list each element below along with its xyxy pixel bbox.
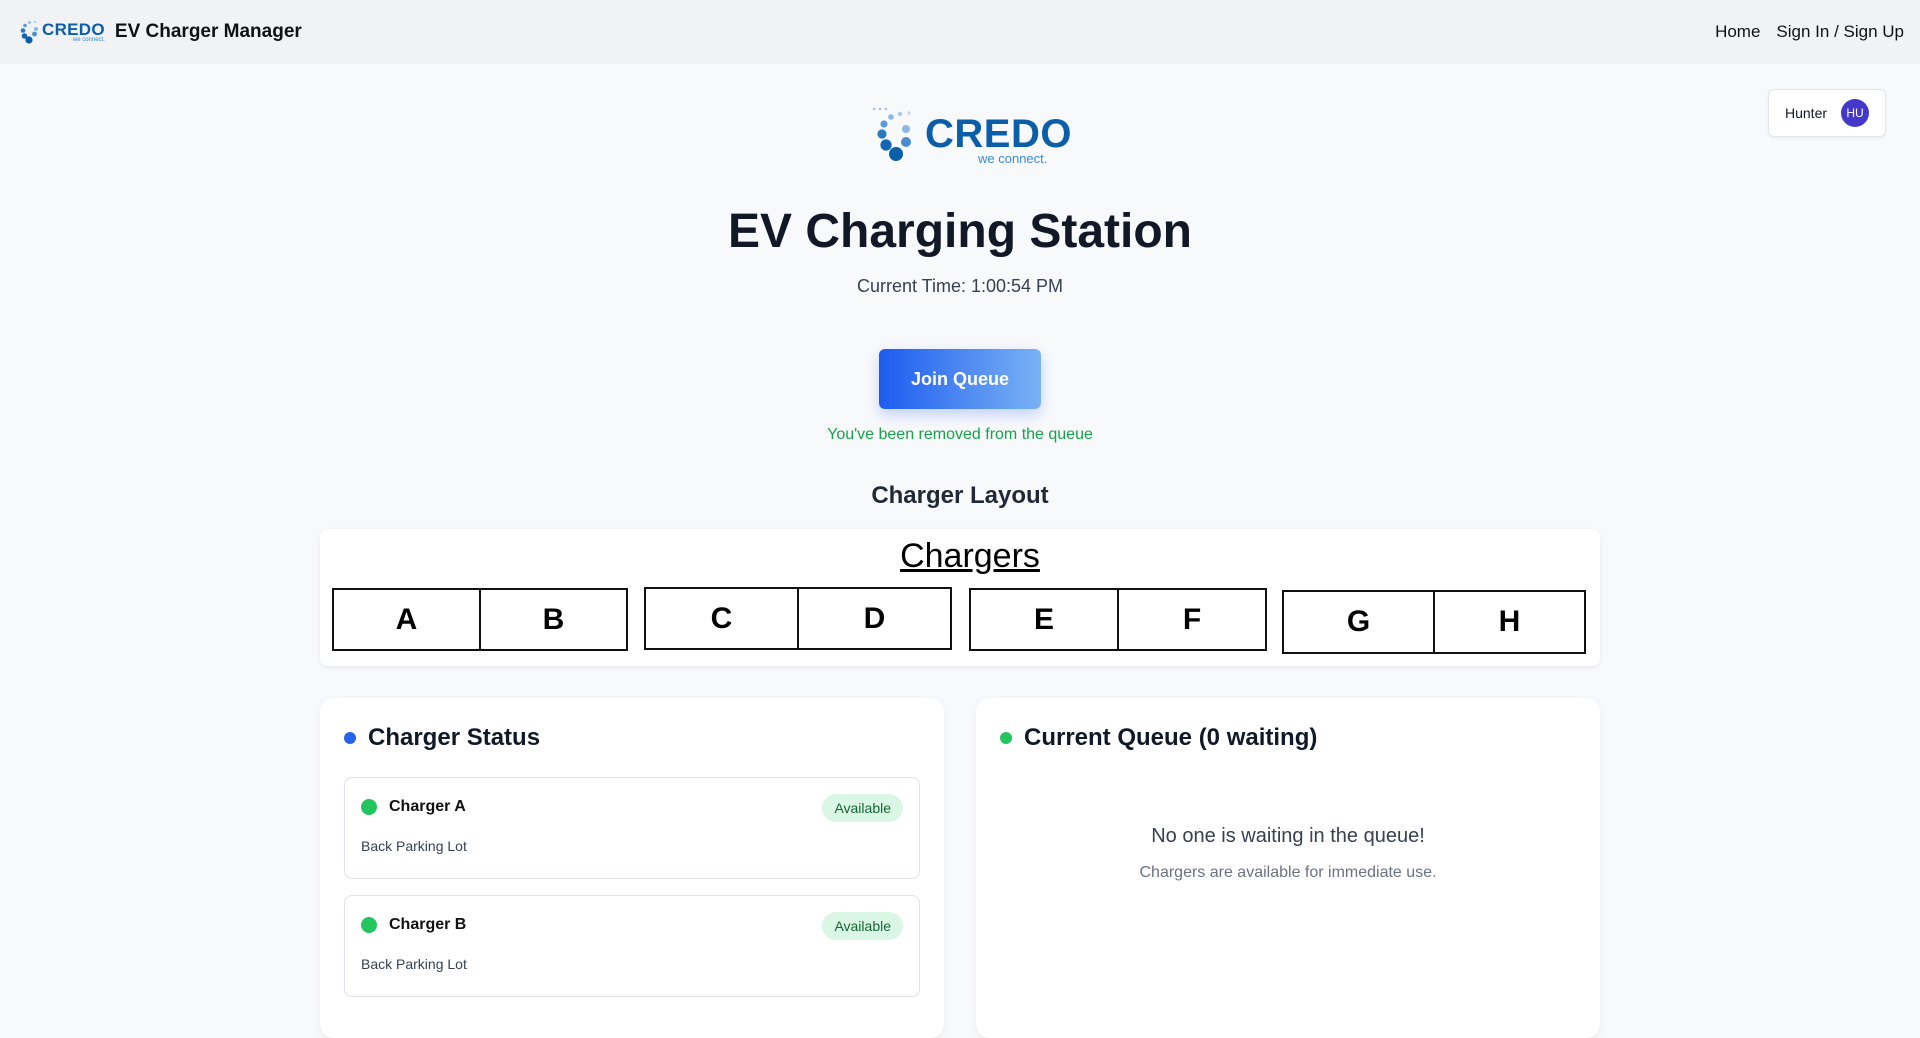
chargers-title: Chargers	[900, 537, 1040, 575]
queue-empty-title: No one is waiting in the queue!	[1151, 825, 1425, 847]
charger-layout-panel: Chargers A B C D E F G H	[320, 529, 1600, 666]
charger-pair-cd: C D	[644, 587, 952, 650]
charger-slot-c[interactable]: C	[646, 589, 797, 648]
charger-item-b[interactable]: Charger B Available Back Parking Lot	[344, 895, 920, 997]
available-status-dot	[361, 917, 377, 933]
queue-status-message: You've been removed from the queue	[827, 426, 1093, 443]
user-menu[interactable]: Hunter HU	[1768, 89, 1886, 137]
charger-slot-e[interactable]: E	[971, 590, 1117, 649]
page-title: EV Charging Station	[727, 205, 1192, 258]
charger-name: Charger B	[389, 916, 467, 933]
hero-logo-wordmark: CREDO	[925, 112, 1072, 156]
queue-empty-subtitle: Chargers are available for immediate use…	[1139, 864, 1437, 881]
avatar: HU	[1841, 99, 1869, 127]
credo-logo-mark-icon	[872, 107, 911, 161]
charger-name: Charger A	[389, 798, 466, 815]
queue-accent-dot	[1000, 732, 1012, 744]
available-status-dot	[361, 799, 377, 815]
charger-status-heading: Charger Status	[368, 724, 541, 751]
status-accent-dot	[344, 732, 356, 744]
charger-status-card: Charger Status Charger A Available Back …	[320, 698, 944, 1038]
charger-pair-ef: E F	[969, 588, 1267, 651]
charger-item-a[interactable]: Charger A Available Back Parking Lot	[344, 777, 920, 879]
charger-location: Back Parking Lot	[361, 838, 467, 854]
charger-slot-f[interactable]: F	[1117, 590, 1265, 649]
app-title[interactable]: EV Charger Manager	[115, 21, 302, 43]
charger-slot-g[interactable]: G	[1284, 592, 1433, 652]
status-badge: Available	[822, 794, 903, 822]
hero-logo-tagline: we connect.	[978, 151, 1048, 166]
nav-link-home[interactable]: Home	[1715, 22, 1760, 42]
user-name: Hunter	[1785, 105, 1828, 121]
nav-brand[interactable]: CREDO we connect. EV Charger Manager	[20, 19, 302, 45]
credo-logo-mark-icon	[20, 20, 38, 44]
current-queue-card: Current Queue (0 waiting) No one is wait…	[976, 698, 1600, 1038]
charger-slot-a[interactable]: A	[334, 590, 479, 649]
logo-wordmark: CREDO	[42, 20, 105, 39]
charger-layout-heading: Charger Layout	[871, 482, 1049, 509]
charger-slot-h[interactable]: H	[1433, 592, 1584, 652]
charger-location: Back Parking Lot	[361, 956, 467, 972]
join-queue-button[interactable]: Join Queue	[879, 349, 1041, 409]
charger-slot-d[interactable]: D	[797, 589, 950, 648]
status-badge: Available	[822, 912, 903, 940]
nav-link-sign-in[interactable]: Sign In / Sign Up	[1776, 22, 1904, 42]
current-queue-heading: Current Queue (0 waiting)	[1024, 724, 1318, 751]
charger-pair-ab: A B	[332, 588, 628, 651]
current-time: Current Time: 1:00:54 PM	[856, 276, 1064, 296]
hero-logo: CREDO we connect.	[862, 106, 1071, 166]
charger-pair-gh: G H	[1282, 590, 1586, 654]
charger-slot-b[interactable]: B	[479, 590, 626, 649]
credo-logo[interactable]: CREDO we connect.	[20, 19, 105, 45]
top-nav: CREDO we connect. EV Charger Manager Hom…	[0, 0, 1920, 64]
